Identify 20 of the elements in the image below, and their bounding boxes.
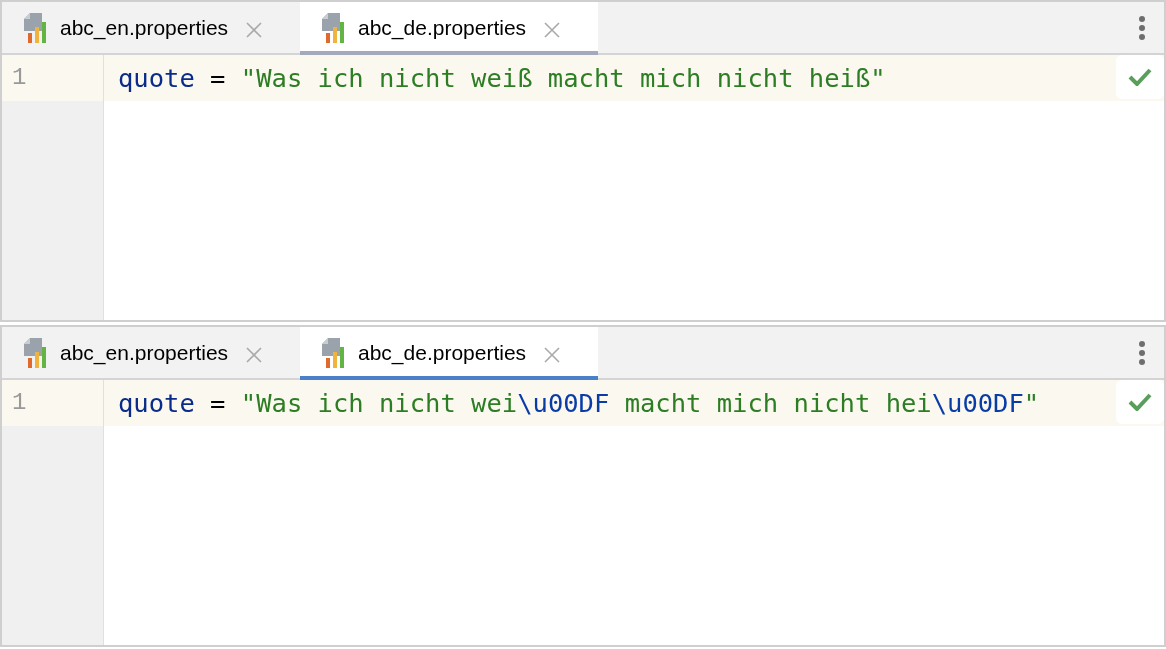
editor-tab[interactable]: abc_en.properties [2, 327, 300, 380]
close-icon[interactable] [246, 21, 263, 38]
properties-file-icon [320, 12, 346, 43]
line-number: 1 [11, 63, 27, 93]
close-icon[interactable] [246, 346, 263, 363]
properties-file-icon [22, 12, 48, 43]
properties-file-icon [320, 337, 346, 368]
code-line: quote = "Was ich nicht weiß macht mich nicht heiß" [117, 61, 886, 95]
code-line: quote = "Was ich nicht wei\u00DF macht mich nicht hei\u00DF" [117, 386, 1040, 420]
line-number: 1 [11, 388, 27, 418]
close-icon[interactable] [544, 346, 561, 363]
properties-file-icon [22, 337, 48, 368]
more-icon[interactable] [1138, 339, 1146, 366]
check-icon [1128, 393, 1152, 411]
close-icon[interactable] [544, 21, 561, 38]
editor-tab[interactable]: abc_en.properties [2, 2, 300, 55]
editor-tab[interactable]: abc_de.properties [300, 327, 598, 380]
more-icon[interactable] [1138, 14, 1146, 41]
editor-tab[interactable]: abc_de.properties [300, 2, 598, 55]
check-icon [1128, 68, 1152, 86]
